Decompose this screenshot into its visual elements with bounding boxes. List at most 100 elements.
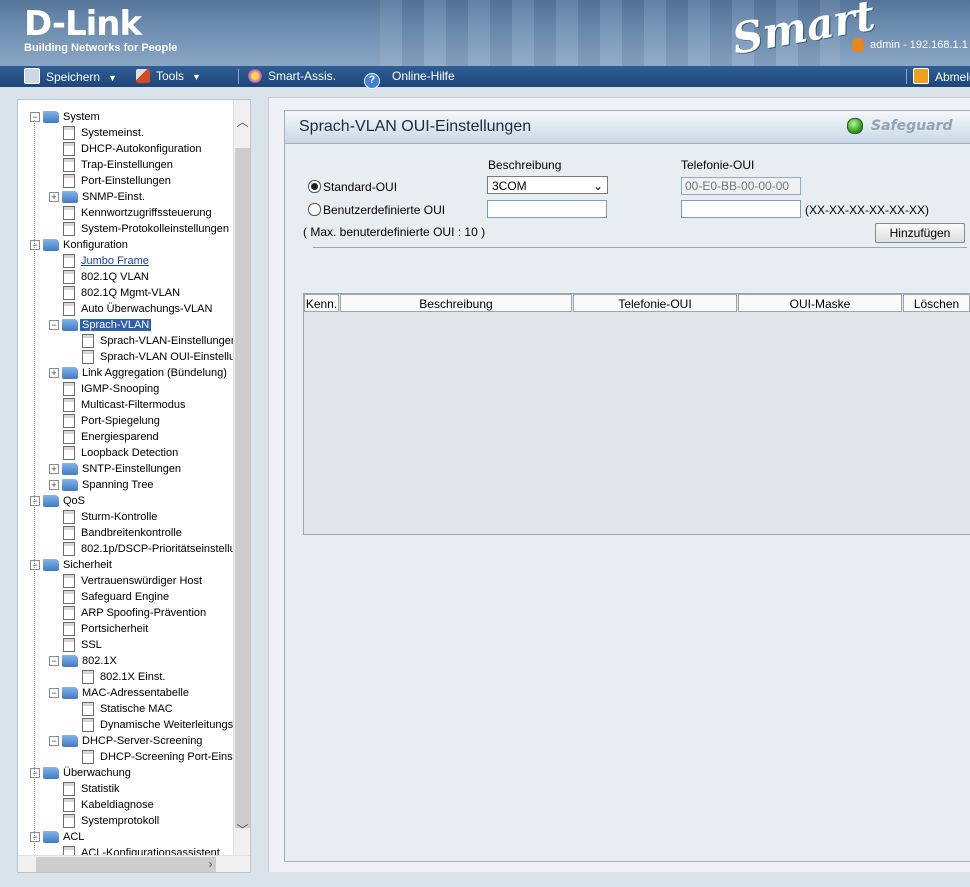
scroll-up-icon[interactable]: ︿ [234,114,250,131]
online-help-button[interactable]: ? Online-Hilfe [364,68,455,89]
save-menu[interactable]: Speichern ▼ [24,68,117,85]
standard-oui-radio[interactable] [308,180,321,193]
tree-item[interactable]: Kabeldiagnose [63,797,156,813]
panel-header: Sprach-VLAN OUI-Einstellungen Safeguard [285,111,970,144]
tree-item[interactable]: + Link Aggregation (Bündelung) [49,365,229,381]
tree-item[interactable]: − DHCP-Server-Screening [49,733,204,749]
tree-item[interactable]: Multicast-Filtermodus [63,397,188,413]
tree-item[interactable]: 802.1Q VLAN [63,269,151,285]
custom-oui-radio[interactable] [308,203,321,216]
tree-item[interactable]: − Überwachung [30,765,133,781]
app-header: D-Link Building Networks for People Smar… [0,0,970,66]
scroll-down-icon[interactable]: ﹀ [234,822,250,839]
tree-item[interactable]: Auto Überwachungs-VLAN [63,301,214,317]
tree-item[interactable]: − ACL [30,829,86,845]
expand-icon[interactable]: + [49,480,59,491]
tree-item[interactable]: − Sicherheit [30,557,114,573]
tree-item[interactable]: − MAC-Adressentabelle [49,685,191,701]
page-icon [63,430,75,445]
scroll-thumb[interactable] [235,148,250,828]
tree-item-label: IGMP-Snooping [81,383,160,395]
folder-icon [62,655,78,668]
tree-item-label: ACL-Konfigurationsassistent [81,847,220,855]
smart-wizard-button[interactable]: Smart-Assis. [248,68,336,85]
collapse-icon[interactable]: − [49,320,59,331]
safeguard-indicator[interactable]: Safeguard [847,118,967,136]
tree-item[interactable]: + SNTP-Einstellungen [49,461,183,477]
page-icon [63,846,75,855]
tree-item[interactable]: DHCP-Autokonfiguration [63,141,203,157]
collapse-icon[interactable]: − [30,112,40,123]
safeguard-label: Safeguard [871,118,953,134]
tree-item[interactable]: + Spanning Tree [49,477,156,493]
tree-item[interactable]: Statistik [63,781,122,797]
collapse-icon[interactable]: − [49,688,59,699]
tree-item[interactable]: Kennwortzugriffssteuerung [63,205,214,221]
collapse-icon[interactable]: − [30,496,40,507]
tree-item[interactable]: System-Protokolleinstellungen [63,221,231,237]
tree-item[interactable]: Trap-Einstellungen [63,157,175,173]
standard-oui-select[interactable]: 3COM ⌄ [487,176,608,194]
scroll-right-icon[interactable]: › [202,856,219,872]
tree-item[interactable]: Sprach-VLAN OUI-Einstellungen [82,349,233,365]
tree-item[interactable]: 802.1Q Mgmt-VLAN [63,285,182,301]
collapse-icon[interactable]: − [30,768,40,779]
collapse-icon[interactable]: − [49,656,59,667]
page-icon [63,622,75,637]
tree-item[interactable]: Bandbreitenkontrolle [63,525,184,541]
expand-icon[interactable]: + [49,464,59,475]
tree-item-label: 802.1X Einst. [100,671,166,683]
scroll-thumb[interactable] [36,857,216,872]
tree-item[interactable]: Port-Spiegelung [63,413,162,429]
tree-item[interactable]: Dynamische Weiterleitungstabelle [82,717,233,733]
collapse-icon[interactable]: − [30,240,40,251]
folder-icon [43,111,59,124]
tree-item[interactable]: ACL-Konfigurationsassistent [63,845,222,855]
tree-item[interactable]: + SNMP-Einst. [49,189,147,205]
tree-item[interactable]: Jumbo Frame [63,253,151,269]
tree-item[interactable]: Systemeinst. [63,125,146,141]
tree-item[interactable]: Portsicherheit [63,621,150,637]
tree-item[interactable]: Systemprotokoll [63,813,161,829]
tree-item[interactable]: ARP Spoofing-Prävention [63,605,208,621]
tree-item[interactable]: 802.1p/DSCP-Prioritätseinstellungen [63,541,233,557]
tree-item[interactable]: − Konfiguration [30,237,130,253]
tree-item[interactable]: DHCP-Screening Port-Einstellungen [82,749,233,765]
tree-item[interactable]: Loopback Detection [63,445,180,461]
tree-item[interactable]: SSL [63,637,104,653]
tree-item-label: Konfiguration [63,239,128,251]
tree-item[interactable]: − Sprach-VLAN [49,317,152,333]
custom-oui-input[interactable] [681,200,801,218]
tools-menu[interactable]: Tools ▼ [136,68,201,85]
horizontal-scrollbar[interactable]: ‹ › [18,855,250,872]
page-icon [63,782,75,797]
tree-item[interactable]: − 802.1X [49,653,119,669]
vertical-scrollbar[interactable]: ︿ ﹀ [233,100,250,855]
collapse-icon[interactable]: − [30,560,40,571]
tree-item[interactable]: 802.1X Einst. [82,669,167,685]
chevron-down-icon: ▼ [192,72,201,82]
tree-item[interactable]: Vertrauenswürdiger Host [63,573,204,589]
page-title: Sprach-VLAN OUI-Einstellungen [299,118,532,135]
tree-item[interactable]: Statische MAC [82,701,175,717]
tree-item[interactable]: Sturm-Kontrolle [63,509,159,525]
expand-icon[interactable]: + [49,192,59,203]
custom-oui-label: Benutzerdefinierte OUI [323,203,446,217]
tree-item[interactable]: Port-Einstellungen [63,173,173,189]
tree-item[interactable]: Sprach-VLAN-Einstellungen [82,333,233,349]
logout-button[interactable]: Abmeld [913,68,970,85]
tree-item[interactable]: Energiesparend [63,429,161,445]
custom-description-input[interactable] [487,200,607,218]
page-icon [63,158,75,173]
tree-item[interactable]: − System [30,109,102,125]
expand-icon[interactable]: + [49,368,59,379]
tree-item[interactable]: Safeguard Engine [63,589,171,605]
page-icon [63,398,75,413]
collapse-icon[interactable]: − [30,832,40,843]
tree-item-label: Bandbreitenkontrolle [81,527,182,539]
collapse-icon[interactable]: − [49,736,59,747]
tree-item[interactable]: − QoS [30,493,87,509]
add-button[interactable]: Hinzufügen [875,223,965,243]
tree-item-label: Port-Spiegelung [81,415,160,427]
tree-item[interactable]: IGMP-Snooping [63,381,161,397]
